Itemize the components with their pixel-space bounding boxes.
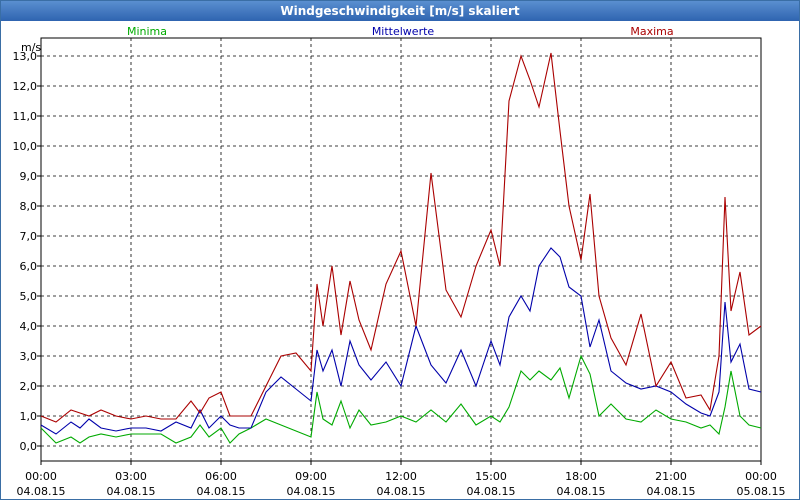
y-tick-label: 10,0 <box>13 140 38 153</box>
y-tick-label: 0,0 <box>20 440 38 453</box>
grid <box>40 37 762 462</box>
x-tick-date: 04.08.15 <box>377 485 426 498</box>
legend-entry-mittelwerte: Mittelwerte <box>372 25 435 38</box>
x-tick-time: 21:00 <box>655 470 687 483</box>
y-tick-label: 3,0 <box>20 350 38 363</box>
y-axis: 0,0 1,0 2,0 3,0 4,0 5,0 6,0 7,0 8,0 9,0 10,0 11,0 12… <box>13 41 42 453</box>
legend-entry-maxima: Maxima <box>630 25 673 38</box>
chart-window: Windgeschwindigkeit [m/s] skaliert 0,0 1,… <box>0 0 800 500</box>
y-tick-label: 6,0 <box>20 260 38 273</box>
y-tick-label: 5,0 <box>20 290 38 303</box>
legend: Minima Mittelwerte Maxima <box>127 25 674 38</box>
x-tick-time: 00:00 <box>745 470 777 483</box>
y-tick-label: 9,0 <box>20 170 38 183</box>
x-tick-date: 05.08.15 <box>737 485 786 498</box>
x-tick-time: 00:00 <box>25 470 57 483</box>
legend-entry-minima: Minima <box>127 25 167 38</box>
x-tick-date: 04.08.15 <box>197 485 246 498</box>
y-tick-label: 7,0 <box>20 230 38 243</box>
x-tick-date: 04.08.15 <box>557 485 606 498</box>
x-tick-date: 04.08.15 <box>107 485 156 498</box>
x-tick-time: 12:00 <box>385 470 417 483</box>
x-tick-time: 03:00 <box>115 470 147 483</box>
x-axis: 00:00 04.08.15 03:00 04.08.15 06:00 04.08.15 0… <box>17 461 786 498</box>
y-tick-label: 2,0 <box>20 380 38 393</box>
y-tick-label: 4,0 <box>20 320 38 333</box>
x-tick-time: 18:00 <box>565 470 597 483</box>
x-tick-date: 04.08.15 <box>647 485 696 498</box>
y-tick-label: 1,0 <box>20 410 38 423</box>
x-tick-time: 06:00 <box>205 470 237 483</box>
x-tick-time: 15:00 <box>475 470 507 483</box>
x-tick-date: 04.08.15 <box>467 485 516 498</box>
line-chart: 0,0 1,0 2,0 3,0 4,0 5,0 6,0 7,0 8,0 9,0 10,0 11,0 12… <box>13 25 786 498</box>
y-tick-label: 12,0 <box>13 80 38 93</box>
x-tick-date: 04.08.15 <box>17 485 66 498</box>
x-tick-time: 09:00 <box>295 470 327 483</box>
x-tick-date: 04.08.15 <box>287 485 336 498</box>
y-tick-label: 11,0 <box>13 110 38 123</box>
y-tick-label: 8,0 <box>20 200 38 213</box>
y-axis-label: m/s <box>21 41 41 54</box>
